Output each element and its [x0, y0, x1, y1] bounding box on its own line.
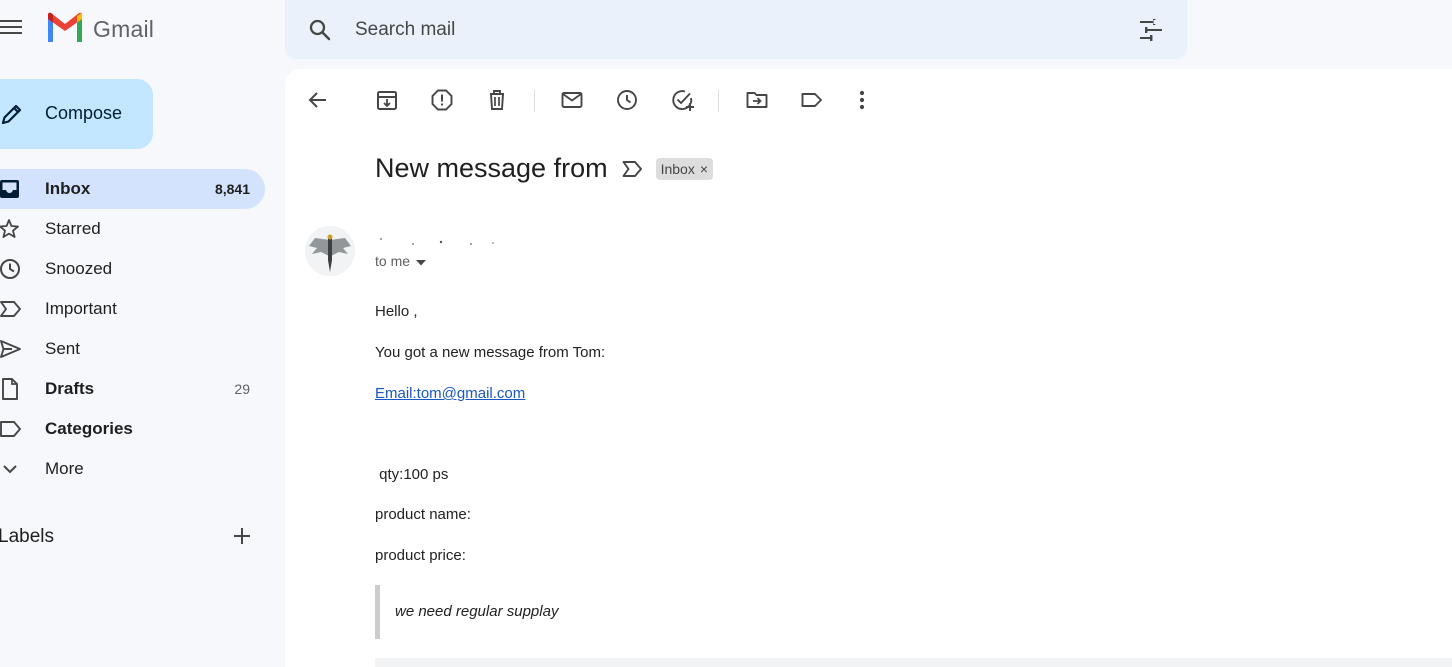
body-product-price: product price:	[375, 547, 466, 564]
gmail-wordmark: Gmail	[93, 16, 155, 42]
move-to-icon[interactable]	[745, 88, 769, 112]
sidebar-item-sent[interactable]: Sent	[0, 329, 265, 369]
body-qty: qty:100 ps	[375, 466, 449, 483]
search-bar[interactable]: Search mail	[285, 0, 1187, 59]
unread-count: 8,841	[214, 181, 250, 197]
compose-button[interactable]: Compose	[0, 79, 153, 149]
add-task-icon[interactable]	[671, 88, 695, 112]
quoted-text: we need regular supplay	[395, 603, 559, 620]
main-menu-button[interactable]	[0, 14, 24, 44]
remove-label-icon[interactable]: ×	[700, 161, 708, 177]
tune-icon[interactable]	[1115, 18, 1187, 41]
subject-row: New message from Inbox ×	[375, 153, 714, 184]
archive-icon[interactable]	[375, 88, 399, 112]
sidebar-item-label: Starred	[45, 219, 101, 238]
next-content-block	[375, 658, 1452, 667]
mark-unread-icon[interactable]	[560, 88, 584, 112]
message-toolbar	[285, 85, 985, 115]
inbox-icon	[0, 178, 22, 200]
sidebar-item-important[interactable]: Important	[0, 289, 265, 329]
body-product-name: product name:	[375, 506, 471, 523]
send-icon	[0, 338, 22, 360]
sender-name-redacted	[375, 233, 505, 247]
email-link[interactable]: Email:tom@gmail.com	[375, 385, 525, 402]
sender-avatar[interactable]	[305, 226, 355, 276]
recipient-label: to me	[375, 253, 411, 269]
sidebar-item-drafts[interactable]: Drafts 29	[0, 369, 265, 409]
sidebar-item-categories[interactable]: Categories	[0, 409, 265, 449]
report-spam-icon[interactable]	[430, 88, 454, 112]
sidebar-item-starred[interactable]: Starred	[0, 209, 265, 249]
pencil-icon	[0, 102, 24, 131]
chevron-down-icon	[0, 458, 22, 480]
compose-label: Compose	[45, 103, 123, 123]
sidebar-item-label: Snoozed	[45, 259, 113, 278]
more-vert-icon[interactable]	[850, 88, 874, 112]
star-icon	[0, 218, 22, 240]
inbox-label-chip: Inbox ×	[655, 157, 714, 180]
caret-down-icon	[416, 253, 427, 269]
importance-marker-icon[interactable]	[622, 160, 644, 178]
recipient-details-toggle[interactable]: to me	[375, 253, 427, 269]
sidebar-item-more[interactable]: More	[0, 449, 265, 489]
label-icon	[0, 418, 22, 440]
toolbar-divider	[718, 90, 719, 112]
search-icon[interactable]	[285, 18, 355, 42]
clock-icon	[0, 258, 22, 280]
important-icon	[0, 298, 22, 320]
labels-title: Labels	[0, 526, 54, 547]
message-view: New message from Inbox × to me Hello , Y…	[285, 69, 1452, 667]
gmail-logo[interactable]: Gmail	[45, 12, 154, 47]
gmail-m-icon	[45, 12, 85, 47]
sidebar-item-label: Categories	[45, 419, 133, 438]
sidebar-nav: Inbox 8,841 Starred Snoozed Important Se…	[0, 169, 265, 489]
sidebar-item-label: Inbox	[45, 179, 91, 198]
drafts-count: 29	[234, 381, 250, 397]
sidebar-item-label: More	[45, 459, 84, 478]
sidebar-item-inbox[interactable]: Inbox 8,841	[0, 169, 265, 209]
snooze-icon[interactable]	[615, 88, 639, 112]
add-label-icon[interactable]	[232, 526, 252, 546]
sidebar-item-snoozed[interactable]: Snoozed	[0, 249, 265, 289]
sidebar-item-label: Sent	[45, 339, 80, 358]
body-greeting: Hello ,	[375, 303, 418, 320]
sidebar-item-label: Important	[45, 299, 117, 318]
hamburger-menu-icon	[0, 19, 22, 40]
message-subject: New message from	[375, 153, 608, 183]
search-input[interactable]: Search mail	[355, 19, 1115, 41]
quoted-text-block: we need regular supplay	[375, 585, 675, 639]
back-arrow-icon[interactable]	[306, 88, 330, 112]
draft-icon	[0, 378, 22, 400]
labels-section-header: Labels	[0, 524, 265, 550]
delete-icon[interactable]	[485, 88, 509, 112]
body-intro: You got a new message from Tom:	[375, 344, 606, 361]
toolbar-divider	[534, 90, 535, 112]
chip-label: Inbox	[660, 160, 695, 177]
label-icon[interactable]	[800, 88, 824, 112]
sidebar-item-label: Drafts	[45, 379, 95, 398]
